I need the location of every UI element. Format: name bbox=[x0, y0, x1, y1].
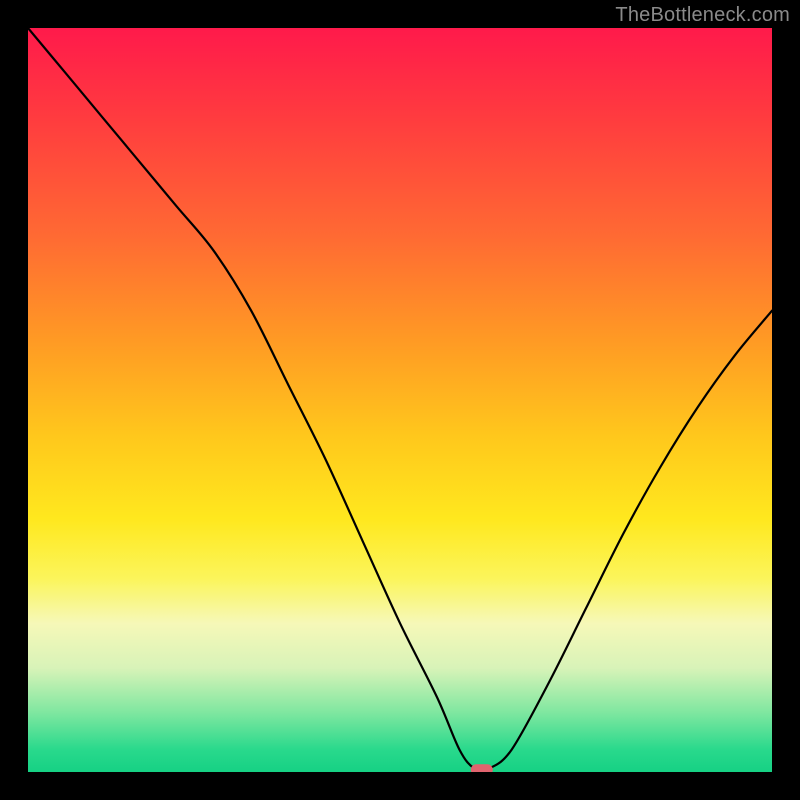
plot-area bbox=[28, 28, 772, 772]
chart-frame: TheBottleneck.com bbox=[0, 0, 800, 800]
minimum-marker bbox=[471, 764, 493, 772]
watermark-text: TheBottleneck.com bbox=[615, 4, 790, 27]
bottleneck-curve bbox=[28, 28, 772, 771]
chart-svg bbox=[28, 28, 772, 772]
